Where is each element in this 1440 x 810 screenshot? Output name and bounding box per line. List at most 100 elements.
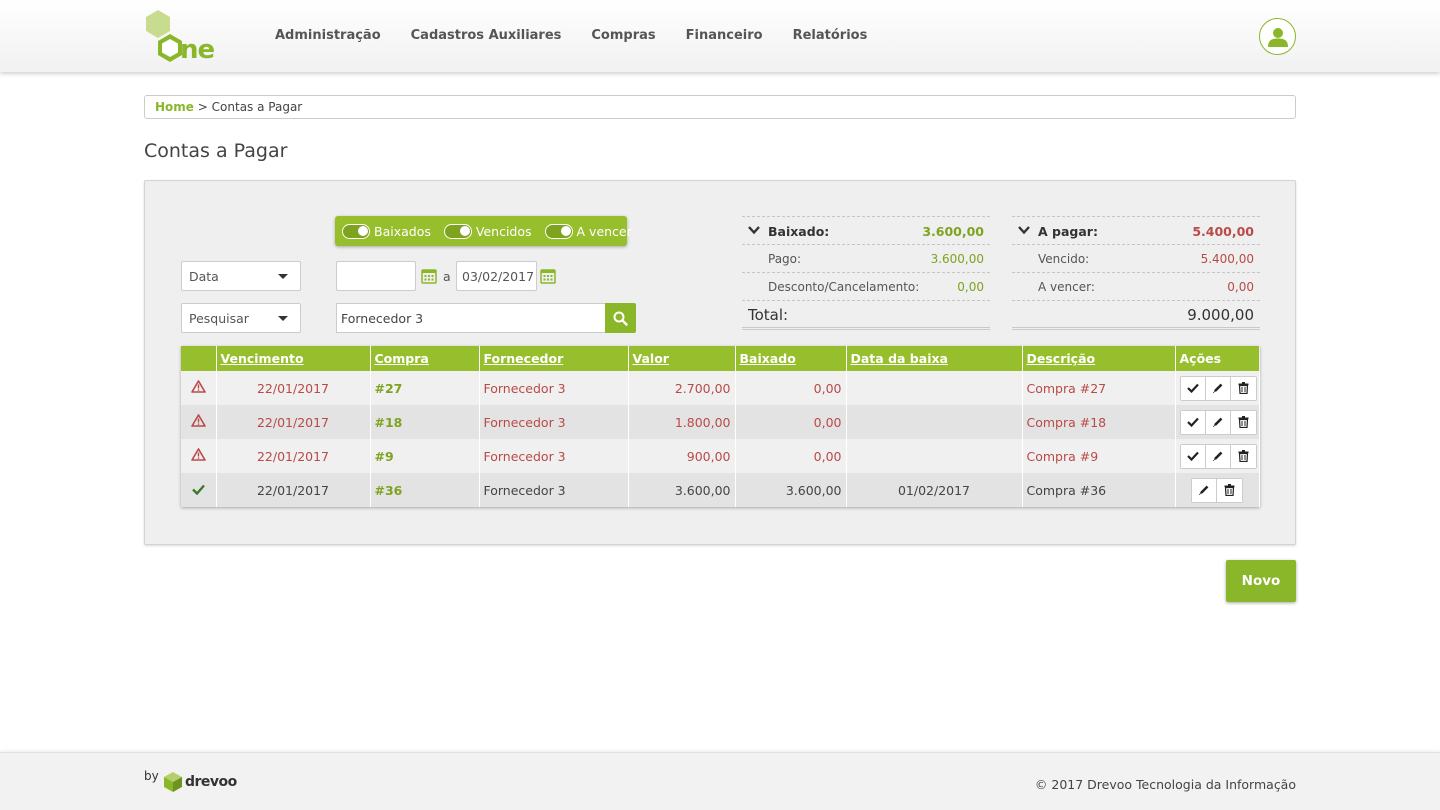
search-field-select[interactable]: Pesquisar bbox=[181, 303, 301, 333]
search-button[interactable] bbox=[605, 303, 636, 333]
edit-button[interactable] bbox=[1205, 444, 1231, 468]
nav-cadastros-auxiliares[interactable]: Cadastros Auxiliares bbox=[411, 28, 562, 43]
delete-button[interactable] bbox=[1217, 478, 1242, 502]
page-title: Contas a Pagar bbox=[144, 140, 288, 162]
summary-label: A vencer: bbox=[1038, 280, 1095, 294]
search-input[interactable]: Fornecedor 3 bbox=[336, 303, 606, 333]
breadcrumb-home[interactable]: Home bbox=[155, 100, 194, 114]
summary-value: 3.600,00 bbox=[930, 252, 984, 266]
summary-avencer-row: A vencer: 0,00 bbox=[1012, 272, 1260, 300]
fornecedor-cell: Fornecedor 3 bbox=[479, 405, 629, 439]
contas-table: Vencimento Compra Fornecedor Valor Baixa… bbox=[181, 346, 1260, 507]
novo-button[interactable]: Novo bbox=[1226, 560, 1296, 602]
col-vencimento[interactable]: Vencimento bbox=[216, 346, 371, 371]
drevoo-logo[interactable]: drevoo bbox=[163, 771, 237, 793]
toggle-a-vencer[interactable]: A vencer bbox=[544, 223, 632, 239]
date-to-input[interactable]: 03/02/2017 bbox=[456, 261, 537, 291]
summary-label: Desconto/Cancelamento: bbox=[768, 280, 920, 294]
delete-button[interactable] bbox=[1230, 410, 1256, 434]
compra-link[interactable]: #9 bbox=[370, 439, 480, 473]
svg-text:ne: ne bbox=[180, 35, 215, 64]
compra-link[interactable]: #27 bbox=[370, 371, 480, 405]
summary-label: Baixado: bbox=[768, 224, 830, 239]
summary-apagar-row[interactable]: A pagar: 5.400,00 bbox=[1012, 216, 1260, 244]
delete-button[interactable] bbox=[1230, 444, 1256, 468]
nav-relatorios[interactable]: Relatórios bbox=[793, 28, 868, 43]
valor-cell: 900,00 bbox=[628, 439, 736, 473]
toggle-vencidos[interactable]: Vencidos bbox=[443, 223, 532, 239]
data-baixa-cell bbox=[846, 405, 1023, 439]
row-actions bbox=[1179, 409, 1257, 435]
row-actions bbox=[1191, 477, 1243, 503]
vencimento-cell: 22/01/2017 bbox=[216, 473, 371, 507]
one-logo[interactable]: ne bbox=[144, 8, 224, 65]
pencil-icon bbox=[1212, 451, 1222, 461]
edit-button[interactable] bbox=[1205, 376, 1231, 400]
row-actions bbox=[1179, 375, 1257, 401]
baixado-cell: 0,00 bbox=[735, 439, 847, 473]
summary-baixado-row[interactable]: Baixado: 3.600,00 bbox=[742, 216, 990, 244]
compra-link[interactable]: #36 bbox=[370, 473, 480, 507]
breadcrumb-separator: > bbox=[197, 100, 208, 114]
edit-button[interactable] bbox=[1192, 478, 1217, 502]
toggle-baixados[interactable]: Baixados bbox=[342, 223, 431, 239]
fornecedor-cell: Fornecedor 3 bbox=[479, 473, 629, 507]
summary-baixado: Baixado: 3.600,00 Pago: 3.600,00 Descont… bbox=[742, 216, 990, 330]
col-baixado[interactable]: Baixado bbox=[735, 346, 847, 371]
calendar-icon[interactable] bbox=[421, 268, 437, 284]
col-compra[interactable]: Compra bbox=[370, 346, 480, 371]
actions-cell bbox=[1175, 405, 1260, 439]
descricao-cell: Compra #9 bbox=[1022, 439, 1176, 473]
col-valor[interactable]: Valor bbox=[628, 346, 736, 371]
footer-copyright: © 2017 Drevoo Tecnologia da Informação bbox=[1034, 777, 1296, 792]
trash-icon bbox=[1224, 484, 1235, 496]
date-range-separator: a bbox=[443, 269, 451, 284]
check-icon bbox=[1186, 451, 1199, 461]
breadcrumb-current: Contas a Pagar bbox=[211, 100, 303, 114]
summary-value: 0,00 bbox=[957, 280, 984, 294]
calendar-icon[interactable] bbox=[540, 268, 556, 284]
edit-button[interactable] bbox=[1205, 410, 1231, 434]
top-header: ne Administração Cadastros Auxiliares Co… bbox=[0, 0, 1440, 72]
summary-value: 0,00 bbox=[1227, 280, 1254, 294]
total-value: 9.000,00 bbox=[1187, 306, 1254, 324]
search-field-value: Pesquisar bbox=[189, 311, 249, 326]
chevron-down-icon bbox=[1018, 226, 1030, 235]
pencil-icon bbox=[1212, 417, 1222, 427]
summary-pago-row: Pago: 3.600,00 bbox=[742, 244, 990, 272]
footer: by drevoo © 2017 Drevoo Tecnologia da In… bbox=[0, 752, 1440, 810]
nav-compras[interactable]: Compras bbox=[591, 28, 655, 43]
summary-a-pagar: A pagar: 5.400,00 Vencido: 5.400,00 A ve… bbox=[1012, 216, 1260, 330]
date-from-input[interactable] bbox=[336, 261, 416, 291]
drevoo-brand: drevoo bbox=[185, 774, 237, 790]
baixado-cell: 3.600,00 bbox=[735, 473, 847, 507]
caret-down-icon bbox=[278, 316, 288, 321]
nav-financeiro[interactable]: Financeiro bbox=[686, 28, 763, 43]
descricao-cell: Compra #36 bbox=[1022, 473, 1176, 507]
check-icon bbox=[1186, 417, 1199, 427]
nav-administracao[interactable]: Administração bbox=[275, 28, 381, 43]
footer-by: by bbox=[144, 769, 159, 783]
user-menu-button[interactable] bbox=[1259, 18, 1296, 55]
summary-value: 5.400,00 bbox=[1192, 224, 1254, 239]
col-fornecedor[interactable]: Fornecedor bbox=[479, 346, 629, 371]
toggle-switch-icon bbox=[544, 223, 573, 239]
baixar-button[interactable] bbox=[1180, 444, 1206, 468]
chevron-down-icon bbox=[748, 226, 760, 235]
baixar-button[interactable] bbox=[1180, 410, 1206, 434]
data-baixa-cell: 01/02/2017 bbox=[846, 473, 1023, 507]
warning-icon bbox=[190, 448, 206, 461]
compra-link[interactable]: #18 bbox=[370, 405, 480, 439]
col-data-baixa[interactable]: Data da baixa bbox=[846, 346, 1023, 371]
date-field-select[interactable]: Data bbox=[181, 261, 301, 291]
table-row: 22/01/2017 #36 Fornecedor 3 3.600,00 3.6… bbox=[181, 473, 1260, 507]
fornecedor-cell: Fornecedor 3 bbox=[479, 439, 629, 473]
valor-cell: 3.600,00 bbox=[628, 473, 736, 507]
row-actions bbox=[1179, 443, 1257, 469]
summary-label: A pagar: bbox=[1038, 224, 1098, 239]
delete-button[interactable] bbox=[1230, 376, 1256, 400]
col-descricao[interactable]: Descrição bbox=[1022, 346, 1176, 371]
search-icon bbox=[613, 311, 628, 326]
baixar-button[interactable] bbox=[1180, 376, 1206, 400]
table-header-row: Vencimento Compra Fornecedor Valor Baixa… bbox=[181, 346, 1259, 371]
